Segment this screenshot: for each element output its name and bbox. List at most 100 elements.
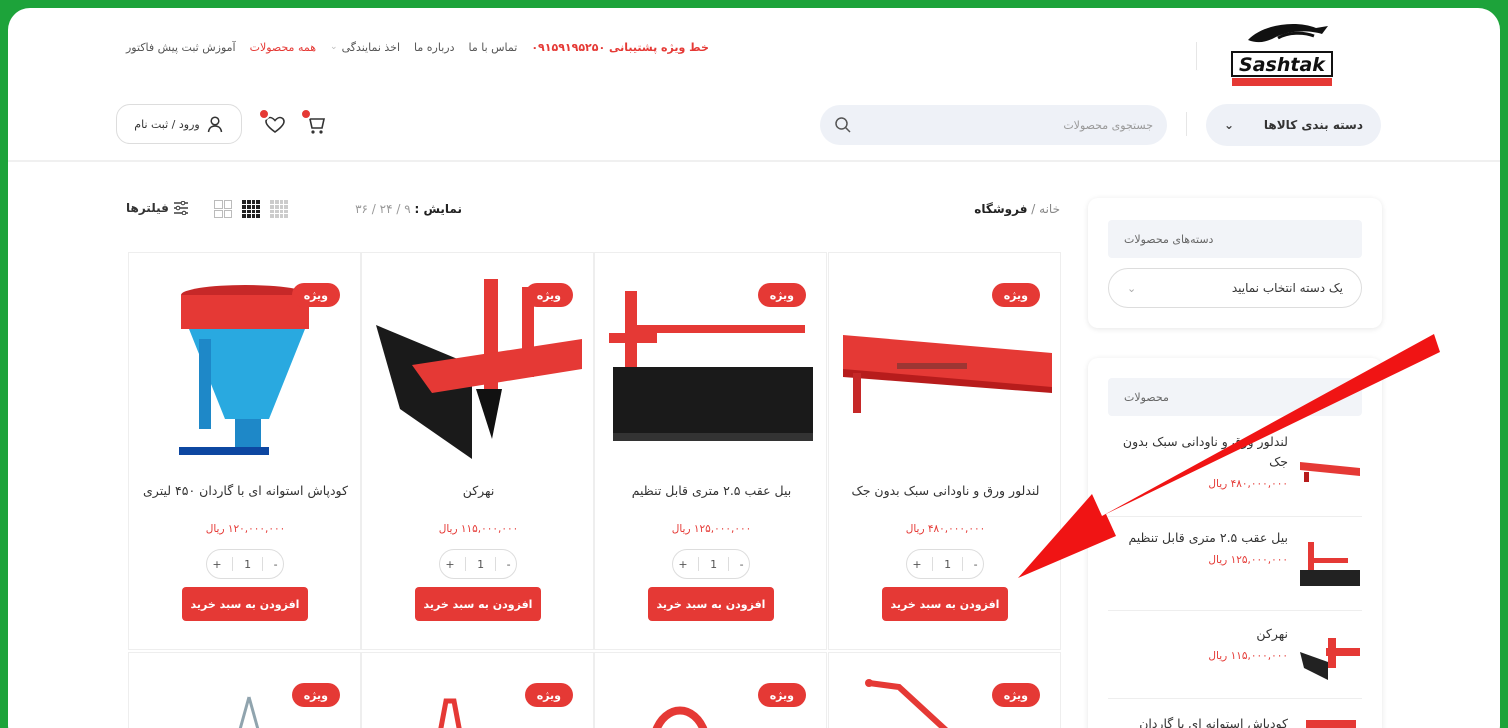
special-badge: ویژه (291, 683, 340, 707)
product-card[interactable]: ویژه بیل عقب ۲.۵ متری قابل تنظیم ۱۲۵,۰۰۰… (594, 252, 827, 650)
nav-item-agency[interactable]: اخذ نمایندگی (342, 41, 400, 54)
support-hotline[interactable]: خط ویژه پشتیبانی ۰۹۱۵۹۱۹۵۲۵۰ (531, 41, 709, 54)
special-badge: ویژه (991, 283, 1040, 307)
login-button[interactable]: ورود / ثبت نام (116, 104, 242, 144)
product-card[interactable]: ویژه (128, 652, 361, 728)
grid-4-icon[interactable] (270, 200, 288, 218)
sidebar-product-name[interactable]: بیل عقب ۲.۵ متری قابل تنظیم (1122, 528, 1288, 548)
quantity-value[interactable]: 1 (244, 558, 251, 571)
sidebar-product-thumb (1300, 542, 1360, 586)
sidebar-product-thumb (1300, 462, 1360, 482)
product-card[interactable]: ویژه (361, 652, 594, 728)
product-name[interactable]: بیل عقب ۲.۵ متری قابل تنظیم (609, 481, 814, 501)
chevron-down-icon: ⌄ (330, 42, 338, 52)
per-page-36[interactable]: ۳۶ (355, 202, 368, 216)
categories-widget (1088, 198, 1382, 328)
grid-2-icon[interactable] (214, 200, 232, 218)
add-to-cart-button[interactable]: افزودن به سبد خرید (415, 587, 541, 621)
category-menu-button[interactable]: ⌄ دسته بندی کالاها (1206, 104, 1381, 146)
sidebar-product-item[interactable]: لندلور ورق و ناودانی سبک بدون جک ۴۸۰,۰۰۰… (1108, 432, 1362, 490)
cart-count-badge (300, 108, 312, 120)
sashtak-logo[interactable]: Sashtak (1218, 18, 1346, 90)
quantity-value[interactable]: 1 (710, 558, 717, 571)
sidebar-product-name[interactable]: لندلور ورق و ناودانی سبک بدون جک (1122, 432, 1288, 472)
quantity-stepper: + 1 - (206, 549, 284, 579)
quantity-stepper: + 1 - (672, 549, 750, 579)
breadcrumb-home[interactable]: خانه (1039, 202, 1060, 216)
quantity-minus-button[interactable]: - (740, 558, 744, 571)
sidebar-product-price: ۱۱۵,۰۰۰,۰۰۰ ریال (1208, 650, 1288, 662)
products-widget-title: محصولات (1108, 378, 1362, 416)
nav-item-contact[interactable]: تماس با ما (468, 41, 517, 54)
special-badge: ویژه (991, 683, 1040, 707)
product-image[interactable] (229, 693, 269, 728)
nav-item-about[interactable]: درباره ما (414, 41, 454, 54)
chevron-down-icon: ⌄ (1224, 118, 1235, 132)
categories-widget-title: دسته‌های محصولات (1108, 220, 1362, 258)
login-label: ورود / ثبت نام (134, 117, 200, 131)
filters-button[interactable]: فیلترها (126, 201, 206, 215)
nav-item-invoice-tutorial[interactable]: آموزش ثبت پیش فاکتور (126, 41, 236, 54)
product-price: ۱۲۰,۰۰۰,۰۰۰ ریال (205, 523, 286, 535)
quantity-minus-button[interactable]: - (974, 558, 978, 571)
sidebar-divider (1108, 516, 1362, 517)
filter-sliders-icon (173, 201, 188, 215)
product-price: ۴۸۰,۰۰۰,۰۰۰ ریال (905, 523, 986, 535)
category-menu-label: دسته بندی کالاها (1263, 118, 1363, 132)
breadcrumb: خانه / فروشگاه (868, 202, 1060, 216)
quantity-value[interactable]: 1 (944, 558, 951, 571)
quantity-plus-button[interactable]: + (445, 558, 454, 571)
wishlist-count-badge (258, 108, 270, 120)
nav-item-all-products[interactable]: همه محصولات (250, 41, 316, 54)
sidebar-product-item[interactable]: نهرکن ۱۱۵,۰۰۰,۰۰۰ ریال (1108, 624, 1362, 684)
quantity-value[interactable]: 1 (477, 558, 484, 571)
product-card[interactable]: ویژه نهرکن ۱۱۵,۰۰۰,۰۰۰ ریال + 1 - افزودن… (361, 252, 594, 650)
svg-text:Sashtak: Sashtak (1239, 54, 1326, 76)
quantity-plus-button[interactable]: + (212, 558, 221, 571)
product-name[interactable]: لندلور ورق و ناودانی سبک بدون جک (843, 481, 1048, 501)
filters-label: فیلترها (126, 201, 169, 215)
logo-divider (1196, 42, 1197, 70)
sidebar-product-price: ۴۸۰,۰۰۰,۰۰۰ ریال (1208, 478, 1288, 490)
cart-button[interactable] (300, 108, 332, 140)
add-to-cart-button[interactable]: افزودن به سبد خرید (182, 587, 308, 621)
product-card[interactable]: ویژه لندلور ورق و ناودانی سبک بدون جک ۴۸… (828, 252, 1061, 650)
category-select[interactable]: یک دسته انتخاب نمایید ⌄ (1108, 268, 1362, 308)
quantity-stepper: + 1 - (439, 549, 517, 579)
search-input[interactable] (893, 118, 1153, 132)
product-card[interactable]: ویژه (594, 652, 827, 728)
special-badge: ویژه (524, 683, 573, 707)
top-navigation: آموزش ثبت پیش فاکتور همه محصولات ⌄ اخذ ن… (126, 36, 802, 58)
sidebar-product-name[interactable]: نهرکن (1122, 624, 1288, 644)
product-image[interactable] (645, 693, 735, 728)
product-price: ۱۲۵,۰۰۰,۰۰۰ ریال (671, 523, 752, 535)
special-badge: ویژه (757, 683, 806, 707)
per-page-24[interactable]: ۲۴ (380, 202, 393, 216)
user-icon (207, 116, 222, 133)
quantity-plus-button[interactable]: + (912, 558, 921, 571)
sidebar-product-item[interactable]: بیل عقب ۲.۵ متری قابل تنظیم ۱۲۵,۰۰۰,۰۰۰ … (1108, 528, 1362, 594)
search-bar (820, 105, 1167, 145)
quantity-minus-button[interactable]: - (507, 558, 511, 571)
sidebar-product-thumb (1306, 720, 1356, 728)
add-to-cart-button[interactable]: افزودن به سبد خرید (882, 587, 1008, 621)
product-image[interactable] (859, 663, 979, 728)
chevron-down-icon: ⌄ (1127, 281, 1137, 295)
add-to-cart-button[interactable]: افزودن به سبد خرید (648, 587, 774, 621)
sidebar-product-item[interactable]: کودپاش استوانه ای با گاردان (1108, 714, 1362, 728)
product-name[interactable]: نهرکن (376, 481, 581, 501)
product-name[interactable]: کودپاش استوانه ای با گاردان ۴۵۰ لیتری (143, 481, 348, 501)
product-image[interactable] (432, 693, 472, 728)
sidebar-product-name[interactable]: کودپاش استوانه ای با گاردان (1122, 714, 1288, 728)
quantity-minus-button[interactable]: - (274, 558, 278, 571)
wishlist-button[interactable] (258, 108, 290, 140)
product-card[interactable]: ویژه کودپاش استوانه ای با گاردان ۴۵۰ لیت… (128, 252, 361, 650)
search-icon[interactable] (834, 116, 852, 134)
grid-3-icon[interactable] (242, 200, 260, 218)
sidebar-product-price: ۱۲۵,۰۰۰,۰۰۰ ریال (1208, 554, 1288, 566)
special-badge: ویژه (291, 283, 340, 307)
special-badge: ویژه (524, 283, 573, 307)
per-page-9[interactable]: ۹ (404, 202, 410, 216)
quantity-plus-button[interactable]: + (678, 558, 687, 571)
product-card[interactable]: ویژه (828, 652, 1061, 728)
